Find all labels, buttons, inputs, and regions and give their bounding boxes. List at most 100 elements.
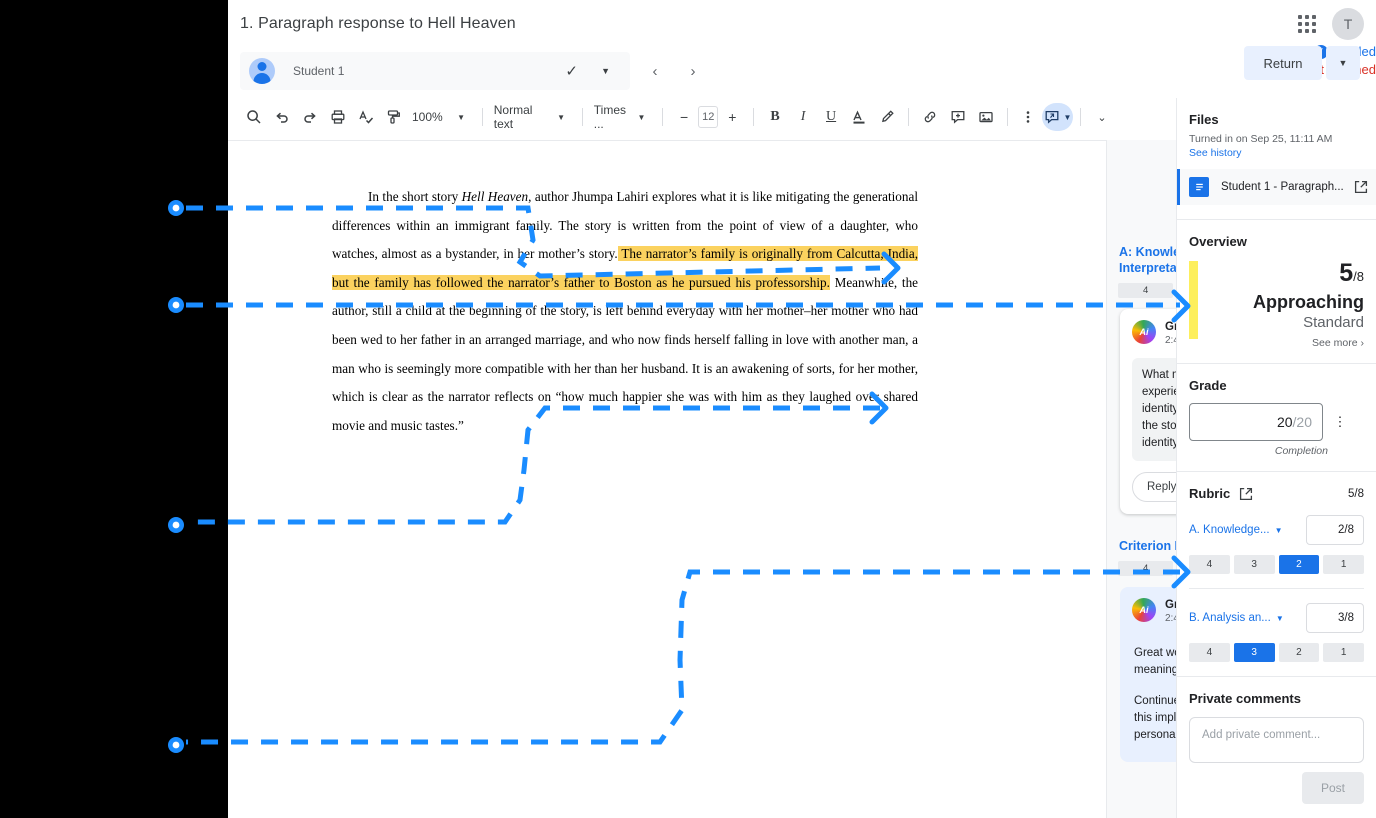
rubric-criterion-a: A. Knowledge... ▼ 2/8 4 3 2 1 [1189, 515, 1364, 574]
redo-icon[interactable] [296, 103, 324, 131]
collapse-toolbar-chevron-down-icon[interactable]: ⌄ [1088, 103, 1116, 131]
grade-section: Grade 20/20 ⋮ Completion [1177, 364, 1376, 472]
divider [908, 108, 909, 126]
text-color-button[interactable] [845, 103, 873, 131]
rubric-criterion-b: B. Analysis an... ▼ 3/8 4 3 2 1 [1189, 588, 1364, 662]
page-title: 1. Paragraph response to Hell Heaven [240, 15, 516, 32]
sidebar-criterion-a-level-4[interactable]: 4 [1189, 555, 1230, 574]
sidebar-criterion-b-level-1[interactable]: 1 [1323, 643, 1364, 662]
spellcheck-icon[interactable] [352, 103, 380, 131]
increase-font-size-button[interactable]: + [718, 103, 746, 131]
sidebar-criterion-a-level-3[interactable]: 3 [1233, 555, 1275, 574]
grade-value: 20 [1276, 414, 1293, 430]
rubric-open-in-new-icon[interactable] [1239, 487, 1253, 501]
chevron-right-icon: › [1360, 337, 1365, 349]
student-selector[interactable]: Student 1 ✓ ▼ [240, 52, 630, 90]
font-select[interactable]: Times ... [590, 103, 628, 131]
decrease-font-size-button[interactable]: − [670, 103, 698, 131]
overview-level-label: Approaching [1253, 292, 1364, 312]
criterion-b-name[interactable]: B. Analysis an... [1189, 612, 1271, 624]
sidebar-criterion-a-level-2[interactable]: 2 [1278, 555, 1320, 574]
return-button[interactable]: Return [1244, 46, 1322, 80]
letterbox-left [0, 0, 228, 818]
print-icon[interactable] [324, 103, 352, 131]
paragraph-style-select[interactable]: Normal text [490, 103, 547, 131]
rubric-section: Rubric 5/8 A. Knowledge... ▼ 2/8 4 3 2 1 [1177, 472, 1376, 677]
overview-score: 5/8 [1339, 259, 1364, 287]
criterion-a-levels: 4 3 2 1 [1189, 555, 1364, 574]
divider [1006, 108, 1008, 126]
return-button-group: Return ▼ [1244, 46, 1360, 80]
grade-input[interactable]: 20/20 [1189, 403, 1323, 441]
file-chip[interactable]: Student 1 - Paragraph... [1177, 169, 1376, 205]
student-name: Student 1 [293, 64, 345, 78]
document-page[interactable]: In the short story Hell Heaven, author J… [240, 141, 1118, 818]
ai-avatar-icon: Ai [1132, 320, 1156, 344]
google-docs-icon [1189, 177, 1209, 197]
open-in-new-icon[interactable] [1346, 180, 1376, 194]
doc-sentence-3: Meanwhile, the author, still a child at … [332, 274, 919, 433]
story-title-italic: Hell Heaven [461, 189, 529, 204]
grade-title: Grade [1189, 378, 1227, 393]
sidebar-criterion-a-level-1[interactable]: 1 [1323, 555, 1364, 574]
zoom-level[interactable]: 100% [408, 103, 447, 131]
student-check-icon[interactable]: ✓ [565, 62, 578, 80]
undo-icon[interactable] [268, 103, 296, 131]
zoom-chevron-down-icon[interactable]: ▼ [447, 103, 475, 131]
criterion-b-points-input[interactable]: 3/8 [1306, 603, 1364, 633]
turned-in-status: Turned in on Sep 25, 11:11 AM [1189, 133, 1333, 145]
font-chevron-down-icon[interactable]: ▼ [627, 103, 655, 131]
font-size-input[interactable]: 12 [698, 106, 719, 128]
sidebar-criterion-b-level-4[interactable]: 4 [1189, 643, 1230, 662]
editing-mode-chevron-down-icon: ▼ [1063, 112, 1072, 122]
divider [753, 108, 755, 126]
grade-denominator: /20 [1292, 414, 1312, 430]
editing-mode-button[interactable]: ▼ [1042, 103, 1074, 131]
criterion-b-level-4[interactable]: 4 [1118, 561, 1174, 576]
insert-image-icon[interactable] [972, 103, 1000, 131]
nav-previous-student[interactable]: ‹ [642, 58, 668, 84]
divider [1080, 108, 1082, 126]
see-history-link[interactable]: See history [1189, 147, 1364, 159]
sidebar-criterion-b-level-3[interactable]: 3 [1233, 643, 1275, 662]
docs-toolbar: 100% ▼ Normal text ▼ Times ... ▼ − 12 + … [240, 100, 1116, 134]
criterion-b-levels: 4 3 2 1 [1189, 643, 1364, 662]
private-comments-section: Private comments Add private comment... … [1177, 677, 1376, 818]
sidebar-criterion-b-level-2[interactable]: 2 [1278, 643, 1320, 662]
bold-button[interactable]: B [761, 103, 789, 131]
avatar[interactable]: T [1332, 8, 1364, 40]
student-avatar [249, 58, 275, 84]
overview-title: Overview [1189, 234, 1247, 249]
return-dropdown-chevron-down-icon[interactable]: ▼ [1326, 46, 1360, 80]
criterion-a-chevron-down-icon[interactable]: ▼ [1275, 526, 1283, 535]
link-icon[interactable] [916, 103, 944, 131]
search-icon[interactable] [240, 103, 268, 131]
apps-grid-icon[interactable] [1296, 13, 1318, 35]
criterion-a-name[interactable]: A. Knowledge... [1189, 524, 1270, 536]
private-comment-input[interactable]: Add private comment... [1189, 717, 1364, 763]
criterion-a-level-4[interactable]: 4 [1118, 283, 1174, 298]
rubric-total-score: 5/8 [1348, 487, 1364, 500]
paragraph-style-chevron-down-icon[interactable]: ▼ [547, 103, 575, 131]
document-body-text: In the short story Hell Heaven, author J… [332, 183, 918, 440]
add-comment-icon[interactable] [944, 103, 972, 131]
highlighted-text-b[interactable]: the narrator’s father to Boston as he pu… [487, 274, 830, 290]
overview-score-denominator: /8 [1353, 269, 1364, 284]
criterion-a-points-input[interactable]: 2/8 [1306, 515, 1364, 545]
criterion-b-chevron-down-icon[interactable]: ▼ [1276, 614, 1284, 623]
divider [582, 108, 583, 126]
paint-format-icon[interactable] [380, 103, 408, 131]
overview-level-accent-bar [1189, 261, 1198, 339]
see-more-link[interactable]: See more › [1189, 337, 1364, 349]
file-name: Student 1 - Paragraph... [1221, 181, 1344, 193]
underline-button[interactable]: U [817, 103, 845, 131]
overview-level-sub: Standard [1303, 314, 1364, 331]
grading-sidebar: Files Turned in on Sep 25, 11:11 AM See … [1176, 98, 1376, 818]
nav-next-student[interactable]: › [680, 58, 706, 84]
highlight-pen-icon[interactable] [873, 103, 901, 131]
student-chevron-down-icon[interactable]: ▼ [601, 66, 610, 76]
more-vertical-icon[interactable] [1014, 103, 1042, 131]
post-button[interactable]: Post [1302, 772, 1364, 804]
italic-button[interactable]: I [789, 103, 817, 131]
grade-more-vertical-icon[interactable]: ⋮ [1323, 414, 1357, 430]
